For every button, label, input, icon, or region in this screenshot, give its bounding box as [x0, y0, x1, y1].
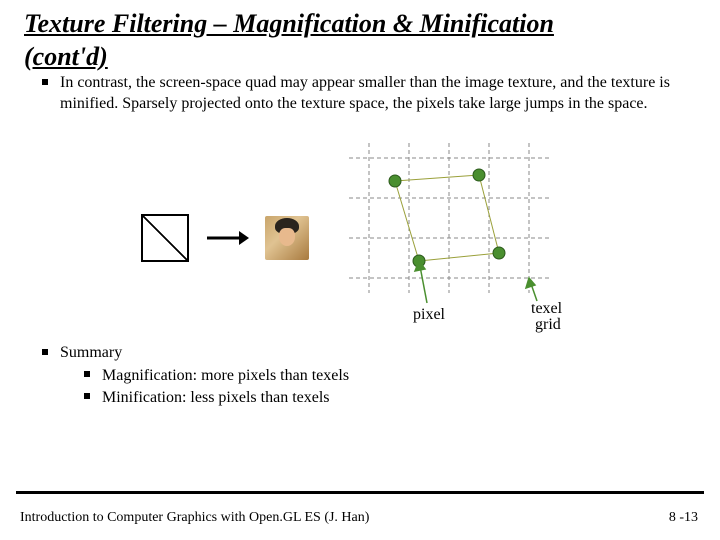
- bullet-summary: Summary Magnification: more pixels than …: [36, 343, 696, 409]
- summary-item-magnification: Magnification: more pixels than texels: [78, 365, 696, 387]
- pixel-label: pixel: [413, 306, 446, 323]
- page-number: 8 -13: [669, 510, 698, 526]
- figure-row: pixel texel grid: [24, 143, 696, 333]
- texel-label-line2: grid: [535, 316, 561, 333]
- slide: Texture Filtering – Magnification & Mini…: [0, 0, 720, 540]
- slide-title: Texture Filtering – Magnification & Mini…: [24, 8, 696, 73]
- texel-grid-diagram: pixel texel grid: [349, 143, 579, 333]
- arrow-right-icon: [205, 226, 249, 250]
- footer-text: Introduction to Computer Graphics with O…: [20, 510, 369, 526]
- summary-list: Summary Magnification: more pixels than …: [36, 343, 696, 409]
- summary-label: Summary: [60, 344, 122, 361]
- quad-to-thumb-group: [141, 214, 309, 262]
- body-list: In contrast, the screen-space quad may a…: [36, 73, 696, 115]
- texture-thumbnail: [265, 216, 309, 260]
- screen-space-quad-icon: [141, 214, 189, 262]
- bullet-main: In contrast, the screen-space quad may a…: [36, 73, 696, 115]
- title-line-1: Texture Filtering – Magnification & Mini…: [24, 9, 554, 38]
- title-line-2: (cont'd): [24, 42, 108, 71]
- summary-item-minification: Minification: less pixels than texels: [78, 387, 696, 409]
- footer-rule: [16, 491, 704, 494]
- texel-label-line1: texel: [531, 300, 563, 317]
